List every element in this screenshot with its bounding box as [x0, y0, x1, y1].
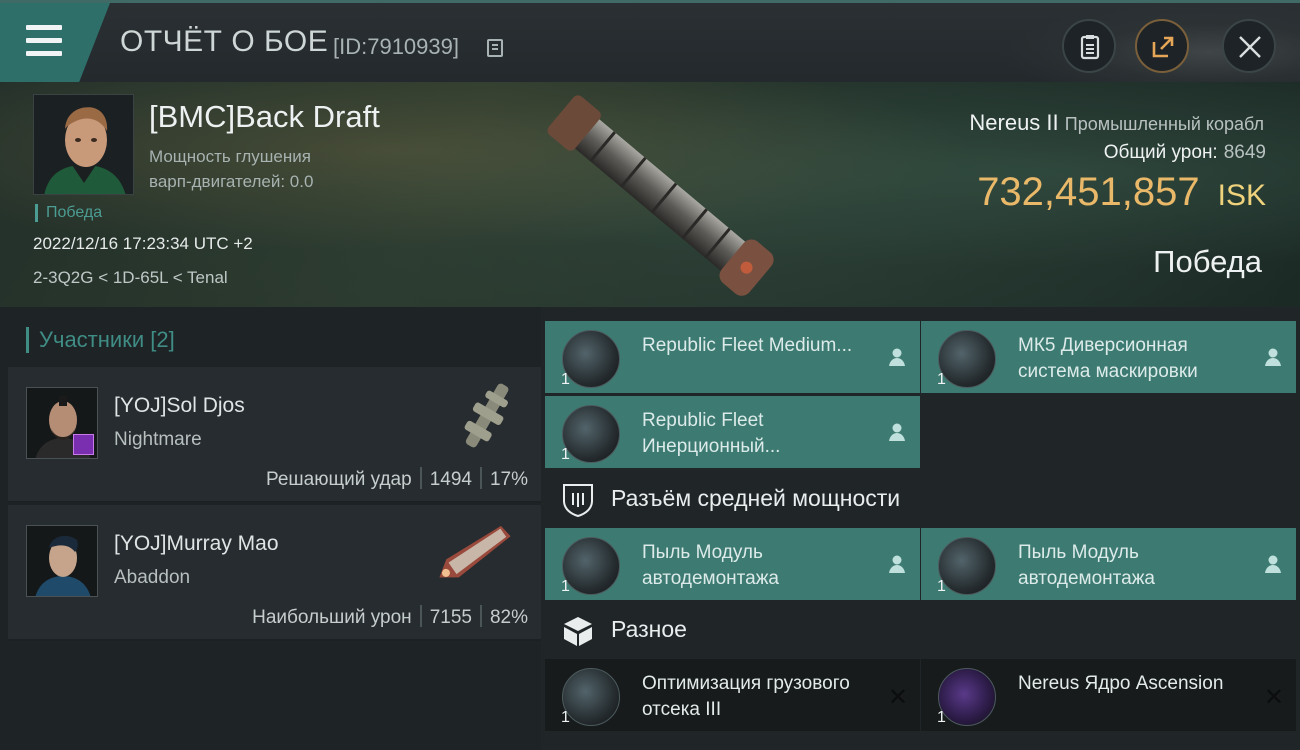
participant-damage: 7155 — [429, 607, 472, 628]
misc-header: Разное — [561, 614, 687, 648]
mid-slot-title: Разъём средней мощности — [611, 485, 901, 512]
fleet-badge-icon — [73, 434, 94, 455]
participant-percent: 17% — [489, 469, 528, 490]
copy-icon[interactable] — [487, 39, 503, 57]
item-qty: 1 — [937, 578, 946, 595]
mid-slot-header: Разъём средней мощности — [561, 483, 900, 517]
item-qty: 1 — [561, 446, 570, 463]
share-button[interactable] — [1135, 19, 1189, 73]
item-qty: 1 — [937, 371, 946, 388]
close-button[interactable] — [1222, 19, 1276, 73]
item-qty: 1 — [561, 578, 570, 595]
participant-ship-render — [464, 383, 509, 448]
ship-class: Промышленный корабл — [1064, 114, 1264, 134]
total-damage-label: Общий урон: — [1103, 142, 1218, 163]
item-name: Пыль Модуль автодемонтажа — [642, 542, 779, 589]
notes-button[interactable] — [1062, 19, 1116, 73]
participant-avatar — [26, 525, 98, 597]
share-icon — [1152, 36, 1174, 58]
participant-ship: Abaddon — [114, 567, 191, 588]
victim-ship[interactable]: Nereus II Промышленный корабл — [969, 110, 1264, 136]
item-row[interactable]: 1 Republic Fleet Medium... — [545, 321, 920, 393]
clipboard-icon — [1080, 35, 1100, 60]
module-icon — [562, 405, 620, 463]
module-icon — [562, 537, 620, 595]
kill-location[interactable]: 2-3Q2G < 1D-65L < Tenal — [33, 268, 228, 288]
victim-portrait[interactable] — [33, 94, 134, 195]
fitting-panel: 1 Republic Fleet Medium... 1 МК5 Диверси… — [541, 307, 1300, 750]
kill-datetime: 2022/12/16 17:23:34 UTC +2 — [33, 234, 253, 253]
total-damage-value: 8649 — [1223, 142, 1266, 163]
participant-name[interactable]: [YOJ]Murray Mao — [114, 532, 279, 556]
misc-title: Разное — [611, 616, 687, 643]
person-icon — [1265, 555, 1281, 573]
item-qty: 1 — [937, 709, 946, 726]
shield-icon — [563, 484, 593, 517]
participant-ship: Nightmare — [114, 429, 202, 450]
item-row[interactable]: 1 МК5 Диверсионная система маскировки — [921, 321, 1296, 393]
participants-title: Участники — [39, 327, 145, 352]
destroyed-icon: ✕ — [887, 684, 908, 711]
person-icon — [889, 555, 905, 573]
ship-name: Nereus II — [969, 110, 1059, 135]
module-icon — [938, 668, 996, 726]
person-icon — [1265, 348, 1281, 366]
top-bar: ОТЧЁТ О БОЕ [ID:7910939] — [0, 0, 1300, 85]
participant-percent: 82% — [489, 607, 528, 628]
warp-scramble-info: Мощность глушения варп-двигателей: 0.0 — [149, 144, 409, 194]
participant-damage: 1494 — [429, 469, 472, 490]
item-qty: 1 — [561, 371, 570, 388]
total-damage: Общий урон: 8649 — [1104, 142, 1266, 164]
participants-count: [2] — [150, 327, 175, 352]
participant-card[interactable]: [YOJ]Murray Mao Abaddon Наибольший урон 7… — [8, 505, 541, 641]
participants-panel: Участники [2] [YOJ]Sol Djos Nightmare Ре… — [0, 307, 541, 750]
item-row[interactable]: 1 Пыль Модуль автодемонтажа — [545, 528, 920, 600]
module-icon — [938, 330, 996, 388]
menu-button[interactable] — [0, 3, 110, 82]
participant-stats: Наибольший урон 7155 82% — [252, 605, 528, 629]
item-name: Republic Fleet Medium... — [642, 335, 853, 356]
jam-value: варп-двигателей: 0.0 — [149, 172, 314, 191]
result-label: Победа — [1153, 244, 1262, 279]
module-icon — [562, 330, 620, 388]
item-name: Оптимизация грузового отсека III — [642, 673, 850, 720]
destroyed-icon: ✕ — [1263, 684, 1284, 711]
item-row[interactable]: 1 Оптимизация грузового отсека III ✕ — [545, 659, 920, 731]
module-icon — [562, 668, 620, 726]
item-qty: 1 — [561, 709, 570, 726]
person-icon — [889, 423, 905, 441]
box-icon — [564, 617, 592, 646]
isk-amount: 732,451,857 — [977, 170, 1200, 214]
participant-ship-render — [439, 525, 511, 578]
item-name: Nereus Ядро Ascension — [1018, 673, 1224, 694]
item-row[interactable]: 1 Пыль Модуль автодемонтажа — [921, 528, 1296, 600]
result-tag: Победа — [35, 204, 102, 222]
participant-role: Решающий удар — [265, 469, 412, 490]
isk-value: 732,451,857 ISK — [977, 170, 1266, 215]
isk-currency: ISK — [1217, 179, 1266, 212]
hamburger-icon — [26, 25, 64, 57]
ship-render — [547, 95, 774, 296]
person-icon — [889, 348, 905, 366]
item-name: Republic Fleet Инерционный... — [642, 410, 781, 457]
module-icon — [938, 537, 996, 595]
close-icon — [1239, 36, 1261, 58]
item-row[interactable]: 1 Republic Fleet Инерционный... — [545, 396, 920, 468]
participant-name[interactable]: [YOJ]Sol Djos — [114, 394, 245, 418]
item-row[interactable]: 1 Nereus Ядро Ascension ✕ — [921, 659, 1296, 731]
participant-role: Наибольший урон — [252, 607, 412, 628]
participants-header: Участники [2] — [26, 327, 175, 353]
page-title: ОТЧЁТ О БОЕ — [120, 25, 329, 58]
participant-card[interactable]: [YOJ]Sol Djos Nightmare Решающий удар 149… — [8, 367, 541, 503]
victim-pilot-name[interactable]: [BMC]Back Draft — [149, 99, 380, 135]
report-id: [ID:7910939] — [333, 34, 459, 59]
item-name: МК5 Диверсионная система маскировки — [1018, 335, 1198, 382]
jam-label: Мощность глушения — [149, 147, 311, 166]
participant-stats: Решающий удар 1494 17% — [266, 467, 528, 491]
item-name: Пыль Модуль автодемонтажа — [1018, 542, 1155, 589]
victim-panel: [BMC]Back Draft Мощность глушения варп-д… — [0, 82, 1300, 307]
